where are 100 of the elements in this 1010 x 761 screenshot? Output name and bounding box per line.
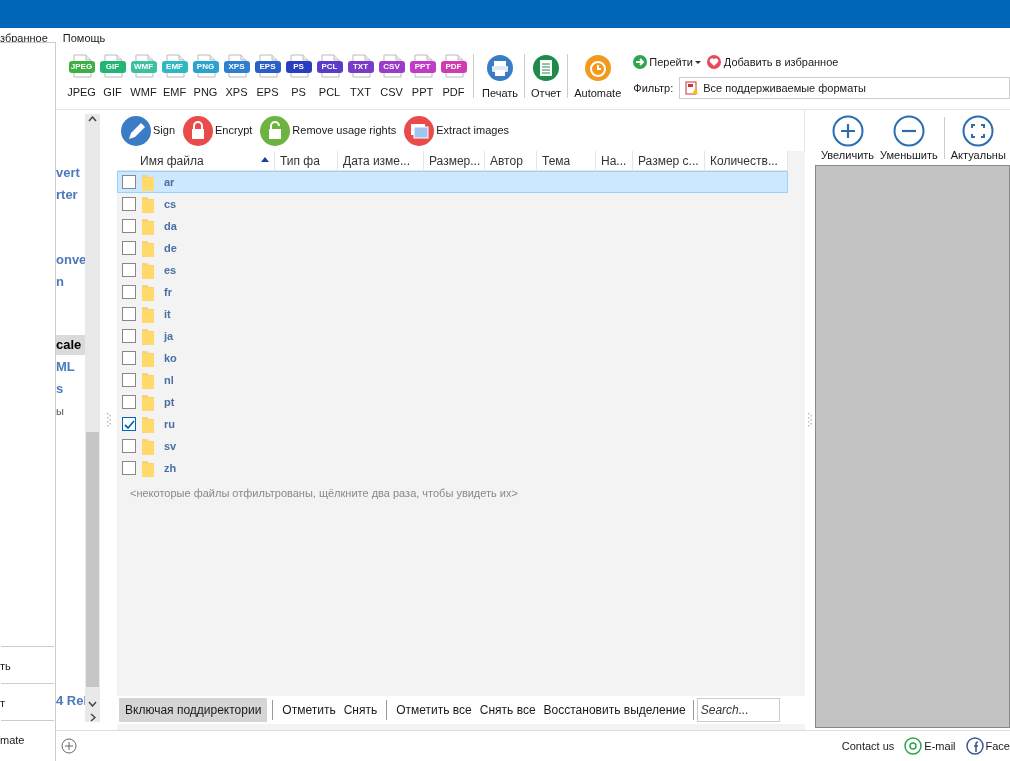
toolbar-button[interactable]: Отчет	[527, 54, 566, 102]
goto-button[interactable]: Перейти	[633, 53, 701, 71]
table-row[interactable]: da	[117, 215, 788, 237]
file-name: nl	[164, 372, 174, 388]
checkbox[interactable]	[122, 373, 136, 387]
table-row[interactable]: zh	[117, 457, 788, 479]
status-link[interactable]: Contact us	[841, 737, 895, 755]
add-icon[interactable]	[61, 738, 77, 754]
column-header[interactable]: Тема	[537, 151, 596, 170]
file-name: ar	[164, 174, 175, 190]
selection-button[interactable]: Снять все	[475, 701, 540, 719]
action-button[interactable]: Extract images	[404, 115, 510, 146]
column-header[interactable]: Тип фа	[275, 151, 338, 170]
table-row[interactable]: ar	[117, 171, 788, 193]
search-field[interactable]: Search...	[696, 698, 780, 722]
preview-button[interactable]: Увеличить	[821, 115, 875, 164]
format-button[interactable]: WMF	[130, 84, 157, 101]
folder-icon	[142, 217, 154, 235]
table-row[interactable]: fr	[117, 281, 788, 303]
column-header[interactable]: На...	[596, 151, 633, 170]
action-button[interactable]: Remove usage rights	[260, 115, 397, 146]
toolbar-button[interactable]: Печать	[478, 54, 523, 102]
format-badge: PDF	[440, 61, 467, 73]
table-row[interactable]: it	[117, 303, 788, 325]
folder-icon	[142, 415, 154, 433]
checkbox[interactable]	[122, 219, 136, 233]
table-row[interactable]: cs	[117, 193, 788, 215]
format-button[interactable]: PPT	[411, 84, 434, 101]
table-row[interactable]: ru	[117, 413, 788, 435]
status-link[interactable]: Face	[965, 737, 1010, 755]
selection-button[interactable]: Восстановить выделение	[539, 701, 690, 719]
column-header[interactable]: Автор	[485, 151, 537, 170]
format-button[interactable]: XPS	[225, 84, 248, 101]
checkbox[interactable]	[122, 395, 136, 409]
table-row[interactable]: nl	[117, 369, 788, 391]
format-button[interactable]: EMF	[162, 84, 187, 101]
sort-ascending-icon	[261, 157, 269, 162]
checkbox[interactable]	[122, 263, 136, 277]
menu-item[interactable]: ть	[0, 649, 55, 683]
toolbar-button[interactable]: Automate	[570, 54, 626, 102]
format-button[interactable]: PS	[291, 84, 306, 101]
arrow-right-icon	[633, 55, 648, 69]
selection-button[interactable]: Отметить все	[392, 701, 476, 719]
scroll-down-icon[interactable]	[88, 701, 97, 707]
column-header[interactable]: Размер с...	[633, 151, 705, 170]
checkbox[interactable]	[122, 461, 136, 475]
format-button[interactable]: EPS	[256, 84, 279, 101]
status-link[interactable]: E-mail	[904, 737, 956, 755]
checkbox[interactable]	[122, 285, 136, 299]
table-row[interactable]: pt	[117, 391, 788, 413]
column-header[interactable]: Имя файла	[117, 151, 275, 170]
format-button[interactable]: JPEG	[67, 84, 96, 101]
checkbox[interactable]	[122, 351, 136, 365]
format-badge: EPS	[254, 61, 281, 73]
file-name: pt	[164, 394, 175, 410]
format-badge: XPS	[223, 61, 250, 73]
table-row[interactable]: de	[117, 237, 788, 259]
checkbox[interactable]	[122, 329, 136, 343]
file-name: it	[164, 306, 171, 322]
checkbox[interactable]	[122, 175, 136, 189]
table-row[interactable]: es	[117, 259, 788, 281]
scroll-up-icon[interactable]	[88, 116, 97, 122]
folder-icon	[142, 239, 154, 257]
column-header[interactable]: Количеств...	[705, 151, 788, 170]
preview-button[interactable]: Уменьшить	[880, 115, 938, 164]
format-button[interactable]: CSV	[380, 84, 403, 101]
table-row[interactable]: ja	[117, 325, 788, 347]
splitter-grip-icon[interactable]	[808, 413, 812, 427]
format-button[interactable]: GIF	[103, 84, 122, 101]
menu-item[interactable]: т	[0, 686, 55, 720]
format-button[interactable]: PNG	[193, 84, 218, 101]
format-button[interactable]: TXT	[350, 84, 371, 101]
selection-button[interactable]: Снять	[339, 701, 382, 719]
selection-button[interactable]: Отметить	[278, 701, 340, 719]
column-header[interactable]: Дата изме...	[338, 151, 424, 170]
table-row[interactable]: ko	[117, 347, 788, 369]
format-button[interactable]: PDF	[442, 84, 465, 101]
checkbox[interactable]	[122, 307, 136, 321]
file-name: de	[164, 240, 177, 256]
scroll-thumb[interactable]	[86, 432, 99, 687]
format-badge: EMF	[161, 61, 188, 73]
filter-dropdown[interactable]: Все поддерживаемые форматы	[679, 77, 1010, 99]
splitter-grip-icon[interactable]	[107, 413, 111, 427]
column-header[interactable]: Размер...	[424, 151, 485, 170]
preview-button[interactable]: Актуальны	[950, 115, 1006, 164]
checkbox[interactable]	[122, 197, 136, 211]
menu-item[interactable]: mate	[0, 723, 55, 757]
scrollbar[interactable]	[85, 114, 100, 722]
format-button[interactable]: PCL	[318, 84, 341, 101]
action-button[interactable]: Encrypt	[183, 115, 253, 146]
action-button[interactable]: Sign	[121, 115, 176, 146]
subdirectories-toggle[interactable]: Включая поддиректории	[119, 698, 268, 722]
checkbox[interactable]	[122, 241, 136, 255]
folder-icon	[142, 437, 154, 455]
favorite-button[interactable]: Добавить в избранное	[706, 53, 839, 71]
table-row[interactable]: sv	[117, 435, 788, 457]
checkbox[interactable]	[122, 439, 136, 453]
scroll-right-icon[interactable]	[89, 713, 96, 722]
menu-item[interactable]: Помощь	[62, 29, 106, 47]
checkbox[interactable]	[122, 417, 136, 431]
